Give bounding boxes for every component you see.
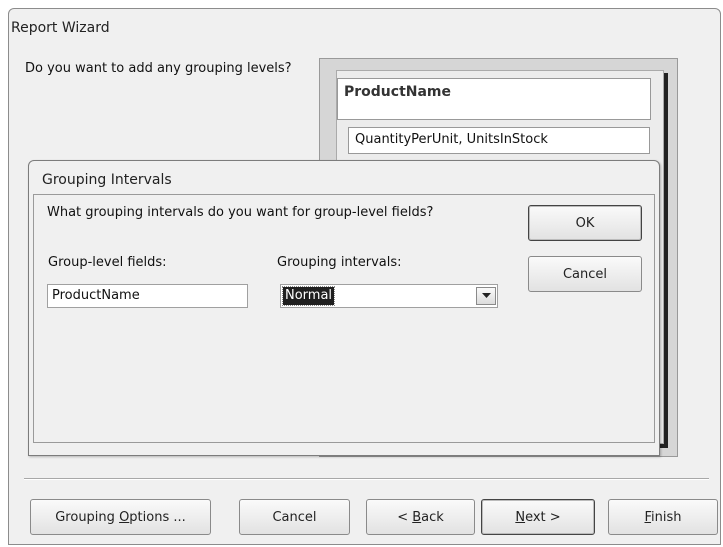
chevron-down-icon[interactable] [476,287,496,305]
preview-detail-fields: QuantityPerUnit, UnitsInStock [348,127,650,154]
ok-button[interactable]: OK [528,205,642,241]
dialog-prompt: What grouping intervals do you want for … [47,205,434,220]
dialog-cancel-button[interactable]: Cancel [528,256,642,292]
window-title: Report Wizard [11,20,110,36]
cancel-button-label: Cancel [272,509,317,525]
group-level-field-input[interactable]: ProductName [47,284,248,308]
grouping-intervals-label: Grouping intervals: [277,255,402,270]
group-level-fields-label: Group-level fields: [48,255,167,270]
back-button-label: < Back [397,509,444,525]
preview-group-field: ProductName [337,78,651,120]
next-button[interactable]: Next > [481,499,595,535]
back-button[interactable]: < Back [366,499,475,535]
finish-button-label: Finish [644,509,682,525]
grouping-question: Do you want to add any grouping levels? [25,61,292,76]
cancel-button[interactable]: Cancel [239,499,350,535]
grouping-interval-select[interactable]: Normal [280,284,498,308]
dialog-cancel-label: Cancel [562,266,608,282]
next-button-label: Next > [515,509,561,525]
grouping-interval-value: Normal [281,286,336,306]
finish-button[interactable]: Finish [608,499,718,535]
dialog-title: Grouping Intervals [42,172,172,188]
grouping-options-label: Grouping Options ... [55,509,186,525]
grouping-options-button[interactable]: Grouping Options ... [30,499,211,535]
ok-button-label: OK [575,215,595,231]
button-divider [24,478,709,480]
